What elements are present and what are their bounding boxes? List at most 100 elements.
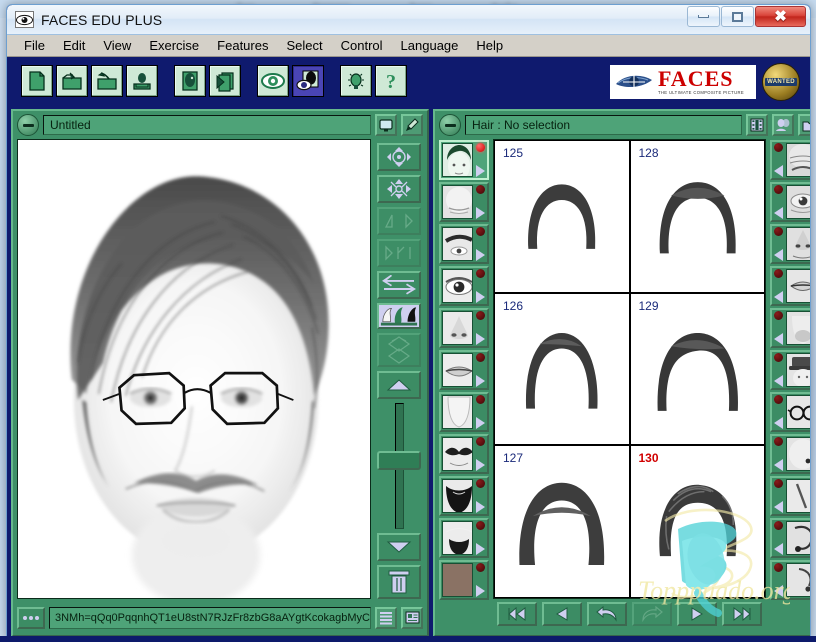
hair-item-125[interactable]: 125 xyxy=(494,140,630,293)
feature-next-icon[interactable] xyxy=(475,249,485,261)
menu-edit[interactable]: Edit xyxy=(54,36,94,55)
feature-accessory[interactable] xyxy=(770,518,810,558)
hair-item-129[interactable]: 129 xyxy=(629,292,765,446)
feature-prev-icon[interactable] xyxy=(774,291,784,303)
slider-thumb[interactable] xyxy=(377,450,421,470)
resize-feature-button[interactable] xyxy=(377,175,421,203)
feature-prev-icon[interactable] xyxy=(774,417,784,429)
collapse-composite-button[interactable] xyxy=(17,114,39,136)
hair-item-128[interactable]: 128 xyxy=(629,140,765,293)
composite-title[interactable]: Untitled xyxy=(43,115,371,135)
first-page-button[interactable] xyxy=(497,601,537,626)
feature-nose-lines[interactable] xyxy=(770,224,810,264)
feature-forehead-lines[interactable] xyxy=(770,140,810,180)
feature-prev-icon[interactable] xyxy=(774,375,784,387)
feature-eye-wrinkles[interactable] xyxy=(770,182,810,222)
slideshow-button[interactable] xyxy=(209,65,241,97)
open-library-button[interactable] xyxy=(798,114,810,136)
faces-group-button[interactable] xyxy=(772,114,794,136)
feature-eyes[interactable] xyxy=(439,266,489,306)
feature-next-icon[interactable] xyxy=(475,333,485,345)
feature-next-icon[interactable] xyxy=(475,585,485,597)
menu-language[interactable]: Language xyxy=(392,36,468,55)
feature-prev-icon[interactable] xyxy=(774,543,784,555)
compare-faces-button[interactable] xyxy=(292,65,324,97)
hint-button[interactable] xyxy=(340,65,372,97)
feature-nose[interactable] xyxy=(439,308,489,348)
menu-help[interactable]: Help xyxy=(467,36,512,55)
filmstrip-view-button[interactable] xyxy=(746,114,768,136)
card-view-button[interactable] xyxy=(401,606,423,629)
menu-view[interactable]: View xyxy=(94,36,140,55)
feature-next-icon[interactable] xyxy=(475,501,485,513)
feature-prev-icon[interactable] xyxy=(774,585,784,597)
maximize-button[interactable] xyxy=(721,6,754,27)
hair-item-126[interactable]: 126 xyxy=(494,292,630,446)
feature-chin[interactable] xyxy=(439,392,489,432)
screen-view-button[interactable] xyxy=(375,114,397,136)
menu-features[interactable]: Features xyxy=(208,36,277,55)
hair-item-130[interactable]: 130 xyxy=(629,445,765,598)
undo-button[interactable] xyxy=(587,601,627,626)
feature-thumb xyxy=(442,395,474,429)
paint-tool-button[interactable] xyxy=(401,114,423,136)
feature-forehead[interactable] xyxy=(439,182,489,222)
feature-lips[interactable] xyxy=(439,350,489,390)
scroll-down-button[interactable] xyxy=(377,533,421,561)
feature-prev-icon[interactable] xyxy=(774,501,784,513)
feature-next-icon[interactable] xyxy=(475,291,485,303)
feature-hair[interactable] xyxy=(439,140,489,180)
previous-page-button[interactable] xyxy=(542,601,582,626)
delete-feature-button[interactable] xyxy=(377,565,421,599)
open-file-button[interactable] xyxy=(56,65,88,97)
feature-prev-icon[interactable] xyxy=(774,207,784,219)
list-view-button[interactable] xyxy=(375,606,397,629)
feature-next-icon[interactable] xyxy=(475,375,485,387)
export-portrait-button[interactable] xyxy=(126,65,158,97)
minimize-button[interactable] xyxy=(687,6,720,27)
feature-mustache[interactable] xyxy=(439,434,489,474)
collapse-library-button[interactable] xyxy=(439,114,461,136)
next-page-button[interactable] xyxy=(677,601,717,626)
feature-prev-icon[interactable] xyxy=(774,165,784,177)
feature-controls xyxy=(474,311,486,345)
new-document-button[interactable] xyxy=(21,65,53,97)
last-page-button[interactable] xyxy=(722,601,762,626)
feature-eyebrows[interactable] xyxy=(439,224,489,264)
feature-next-icon[interactable] xyxy=(475,417,485,429)
options-button[interactable] xyxy=(17,606,45,629)
scroll-up-button[interactable] xyxy=(377,371,421,399)
feature-chin-shadow[interactable] xyxy=(770,308,810,348)
feature-prev-icon[interactable] xyxy=(774,333,784,345)
feature-glasses[interactable] xyxy=(770,392,810,432)
composite-canvas[interactable] xyxy=(17,139,371,599)
feature-mouth-lines[interactable] xyxy=(770,266,810,306)
feature-headwear[interactable] xyxy=(770,350,810,390)
feature-next-icon[interactable] xyxy=(475,459,485,471)
menu-select[interactable]: Select xyxy=(277,36,331,55)
move-feature-button[interactable] xyxy=(377,143,421,171)
feature-goatee[interactable] xyxy=(439,518,489,558)
feature-next-icon[interactable] xyxy=(475,543,485,555)
hair-color-swatch[interactable] xyxy=(377,303,421,329)
feature-next-icon[interactable] xyxy=(475,207,485,219)
close-button[interactable]: ✖ xyxy=(755,6,806,27)
zoom-slider[interactable] xyxy=(377,403,421,529)
feature-beard[interactable] xyxy=(439,476,489,516)
eye-view-button[interactable] xyxy=(257,65,289,97)
feature-scar[interactable] xyxy=(770,476,810,516)
menu-control[interactable]: Control xyxy=(332,36,392,55)
feature-mole[interactable] xyxy=(770,434,810,474)
feature-next-icon[interactable] xyxy=(475,165,485,177)
help-button[interactable]: ? xyxy=(375,65,407,97)
menu-file[interactable]: File xyxy=(15,36,54,55)
hair-item-127[interactable]: 127 xyxy=(494,445,630,598)
feature-prev-icon[interactable] xyxy=(774,459,784,471)
face-page-button[interactable] xyxy=(174,65,206,97)
menu-exercise[interactable]: Exercise xyxy=(140,36,208,55)
feature-skin-tone[interactable] xyxy=(439,560,489,600)
feature-prev-icon[interactable] xyxy=(774,249,784,261)
save-file-button[interactable] xyxy=(91,65,123,97)
flip-horizontal-button[interactable] xyxy=(377,271,421,299)
feature-earring[interactable] xyxy=(770,560,810,600)
